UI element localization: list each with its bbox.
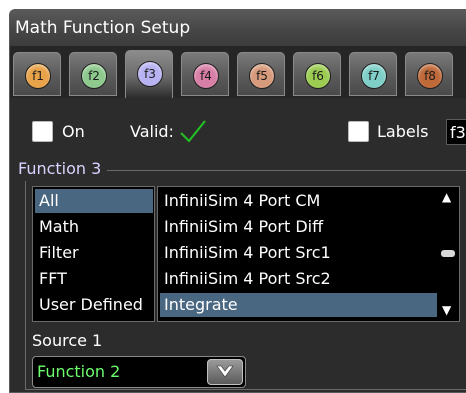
source1-label: Source 1 (32, 331, 103, 350)
function-item[interactable]: InfiniiSim 4 Port Src1 (160, 241, 437, 265)
category-item-filter[interactable]: Filter (35, 241, 153, 265)
tab-f5-label: f5 (249, 63, 275, 89)
function-item-selected[interactable]: Integrate (160, 293, 437, 317)
category-item-all[interactable]: All (35, 189, 153, 213)
scroll-down-icon[interactable]: ▼ (442, 304, 451, 316)
scroll-thumb[interactable] (441, 250, 455, 257)
tab-f1[interactable]: f1 (13, 52, 61, 96)
valid-indicator: Valid: (130, 119, 208, 143)
check-icon (180, 120, 206, 143)
title-bar: Math Function Setup (10, 10, 466, 46)
labels-toggle[interactable]: Labels (348, 119, 429, 143)
scroll-up-icon[interactable]: ▲ (442, 191, 451, 203)
tab-f7-label: f7 (361, 63, 387, 89)
tab-f5[interactable]: f5 (237, 52, 285, 96)
function-item[interactable]: InfiniiSim 4 Port Src2 (160, 267, 437, 291)
on-toggle[interactable]: On (32, 119, 85, 143)
source1-value: Function 2 (37, 362, 121, 381)
function-item[interactable]: InfiniiSim 4 Port Diff (160, 215, 437, 239)
math-function-setup-window: Math Function Setup f1 f2 f3 f4 f5 f6 f7… (9, 9, 466, 393)
source1-dropdown-button[interactable] (207, 359, 243, 385)
function-list-scrollbar[interactable]: ▲ ▼ (437, 187, 459, 321)
tab-f1-label: f1 (25, 63, 51, 89)
function-tab-bar: f1 f2 f3 f4 f5 f6 f7 f8 (10, 46, 466, 98)
tab-f3-label: f3 (137, 61, 163, 87)
tab-f3[interactable]: f3 (125, 50, 173, 98)
tab-f8[interactable]: f8 (405, 52, 453, 96)
source1-dropdown[interactable]: Function 2 (32, 356, 246, 388)
tab-f8-label: f8 (417, 63, 443, 89)
on-label: On (62, 121, 85, 141)
on-checkbox[interactable] (32, 120, 53, 142)
tab-f2[interactable]: f2 (69, 52, 117, 96)
tab-f6[interactable]: f6 (293, 52, 341, 96)
category-item-user-defined[interactable]: User Defined (35, 293, 153, 317)
labels-label: Labels (377, 121, 429, 141)
category-item-fft[interactable]: FFT (35, 267, 153, 291)
labels-checkbox[interactable] (348, 120, 369, 142)
tab-f6-label: f6 (305, 63, 331, 89)
category-item-math[interactable]: Math (35, 215, 153, 239)
function-item[interactable]: InfiniiSim 4 Port CM (160, 189, 437, 213)
label-text-field[interactable]: f3 (446, 119, 466, 145)
tab-f7[interactable]: f7 (349, 52, 397, 96)
function-list[interactable]: InfiniiSim 4 Port CM InfiniiSim 4 Port D… (157, 186, 460, 322)
function-settings-panel: On Valid: Labels f3 Function 3 All Math … (10, 98, 466, 392)
tab-f4-label: f4 (193, 63, 219, 89)
valid-label: Valid: (130, 121, 174, 141)
category-list[interactable]: All Math Filter FFT User Defined (32, 186, 155, 322)
tab-f4[interactable]: f4 (181, 52, 229, 96)
group-title: Function 3 (18, 157, 108, 181)
tab-f2-label: f2 (81, 63, 107, 89)
chevron-down-icon (216, 365, 234, 378)
